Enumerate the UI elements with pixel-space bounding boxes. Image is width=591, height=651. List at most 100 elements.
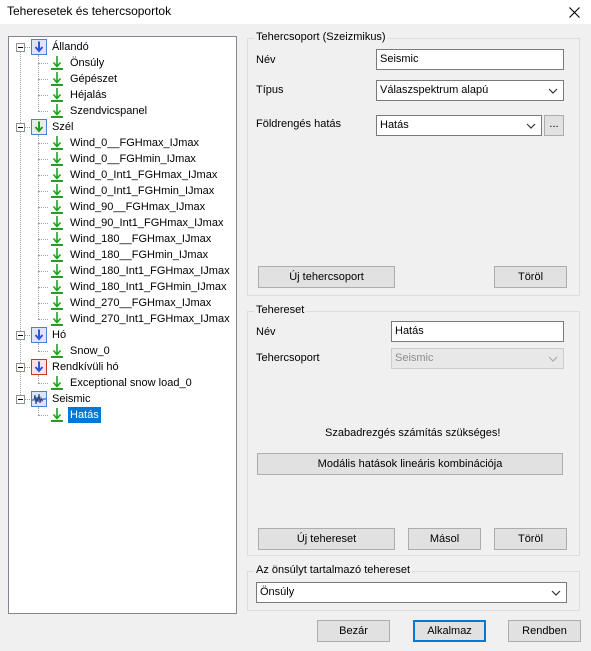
tree-connector-line <box>38 191 48 192</box>
copy-load-case-button[interactable]: Másol <box>408 528 481 550</box>
load-case-group-select: Seismic <box>391 348 564 369</box>
load-arrow-green-icon <box>49 311 65 327</box>
load-arrow-green-icon <box>49 375 65 391</box>
tree-collapse-toggle[interactable] <box>16 395 25 404</box>
seismic-group-icon <box>31 391 47 407</box>
tree-item-label: Szendvicspanel <box>70 105 148 117</box>
tree-collapse-toggle[interactable] <box>16 363 25 372</box>
tree-load-case-item[interactable]: Gépészet <box>9 71 236 87</box>
tree-load-case-item[interactable]: Wind_180_Int1_FGHmax_IJmax <box>9 263 236 279</box>
modal-analysis-required-text: Szabadrezgés számítás szükséges! <box>325 427 501 439</box>
tehercsoport-name-input[interactable]: Seismic <box>376 49 564 70</box>
apply-button[interactable]: Alkalmaz <box>413 620 486 642</box>
delete-load-group-button[interactable]: Töröl <box>494 266 567 288</box>
tree-connector-line <box>38 95 48 96</box>
load-arrow-green-icon <box>49 55 65 71</box>
close-button[interactable] <box>557 0 591 24</box>
earthquake-effect-select[interactable]: Hatás <box>376 115 542 136</box>
tree-item-label: Exceptional snow load_0 <box>70 377 192 389</box>
tree-item-label: Wind_180_Int1_FGHmin_IJmax <box>70 281 227 293</box>
tree-load-case-item[interactable]: Snow_0 <box>9 343 236 359</box>
tree-item-label: Héjalás <box>70 89 107 101</box>
load-arrow-green-icon <box>49 343 65 359</box>
new-load-group-button[interactable]: Új tehercsoport <box>258 266 395 288</box>
earthquake-effect-browse-button[interactable]: ... <box>544 115 564 136</box>
tree-connector-line <box>38 223 48 224</box>
load-arrow-green-icon <box>49 199 65 215</box>
load-arrow-green-icon <box>49 215 65 231</box>
tree-connector-line <box>38 143 48 144</box>
tree-load-case-item[interactable]: Wind_180__FGHmax_IJmax <box>9 231 236 247</box>
load-case-tree[interactable]: Állandó Önsúly Gépészet Héjalás Szendvicspan… <box>8 36 237 614</box>
load-arrow-green-icon <box>49 71 65 87</box>
tree-connector-line <box>38 303 48 304</box>
tree-collapse-toggle[interactable] <box>16 123 25 132</box>
tree-group-item[interactable]: Állandó <box>9 39 236 55</box>
tree-item-label: Wind_180__FGHmax_IJmax <box>70 233 212 245</box>
tree-collapse-toggle[interactable] <box>16 331 25 340</box>
load-case-name-input[interactable]: Hatás <box>391 321 564 342</box>
tree-item-label: Gépészet <box>70 73 118 85</box>
tehereset-group-title: Tehereset <box>254 304 307 316</box>
load-arrow-green-icon <box>49 231 65 247</box>
tree-connector-line <box>38 351 48 352</box>
load-arrow-green-icon <box>49 263 65 279</box>
delete-load-case-button[interactable]: Töröl <box>494 528 567 550</box>
load-group-down-red-icon <box>31 359 47 375</box>
tree-load-case-item[interactable]: Wind_270__FGHmax_IJmax <box>9 295 236 311</box>
tree-item-label: Wind_0_Int1_FGHmax_IJmax <box>70 169 218 181</box>
ok-button[interactable]: Rendben <box>508 620 581 642</box>
tree-load-case-item[interactable]: Wind_0__FGHmax_IJmax <box>9 135 236 151</box>
tree-load-case-item[interactable]: Wind_180_Int1_FGHmin_IJmax <box>9 279 236 295</box>
tree-item-label: Wind_0__FGHmin_IJmax <box>70 153 196 165</box>
tree-load-case-item[interactable]: Wind_270_Int1_FGHmax_IJmax <box>9 311 236 327</box>
tree-connector-line <box>38 79 48 80</box>
self-weight-group-title: Az önsúlyt tartalmazó tehereset <box>254 564 413 576</box>
tree-load-case-item[interactable]: Héjalás <box>9 87 236 103</box>
tree-load-case-item[interactable]: Szendvicspanel <box>9 103 236 119</box>
tree-group-item[interactable]: Rendkívüli hó <box>9 359 236 375</box>
tree-collapse-toggle[interactable] <box>16 43 25 52</box>
tree-item-label: Wind_270__FGHmax_IJmax <box>70 297 212 309</box>
tree-item-label: Önsúly <box>70 57 105 69</box>
tree-load-case-item[interactable]: Hatás <box>9 407 236 423</box>
tehercsoport-type-label: Típus <box>256 84 284 96</box>
tree-load-case-item[interactable]: Wind_90__FGHmax_IJmax <box>9 199 236 215</box>
tree-connector-line <box>38 63 48 64</box>
close-icon <box>568 6 580 18</box>
tree-item-label: Hó <box>52 329 67 341</box>
tree-load-case-item[interactable]: Wind_0_Int1_FGHmin_IJmax <box>9 183 236 199</box>
load-arrow-green-icon <box>49 279 65 295</box>
tree-item-label: Állandó <box>52 41 89 53</box>
tree-load-case-item[interactable]: Wind_0__FGHmin_IJmax <box>9 151 236 167</box>
tree-connector-line <box>38 175 48 176</box>
tree-load-case-item[interactable]: Wind_90_Int1_FGHmax_IJmax <box>9 215 236 231</box>
tree-load-case-item[interactable]: Exceptional snow load_0 <box>9 375 236 391</box>
self-weight-load-case-select[interactable]: Önsúly <box>256 582 567 603</box>
tree-connector-line <box>38 207 48 208</box>
tree-load-case-item[interactable]: Wind_0_Int1_FGHmax_IJmax <box>9 167 236 183</box>
tree-load-case-item[interactable]: Önsúly <box>9 55 236 71</box>
tehercsoport-type-select[interactable]: Válaszspektrum alapú <box>376 80 564 101</box>
earthquake-effect-value: Hatás <box>380 119 409 131</box>
close-dialog-button[interactable]: Bezár <box>317 620 390 642</box>
load-arrow-green-icon <box>49 135 65 151</box>
tree-load-case-item[interactable]: Wind_180__FGHmin_IJmax <box>9 247 236 263</box>
load-case-name-label: Név <box>256 326 276 338</box>
tree-group-item[interactable]: Hó <box>9 327 236 343</box>
new-load-case-button[interactable]: Új tehereset <box>258 528 395 550</box>
modal-combination-button[interactable]: Modális hatások lineáris kombinációja <box>257 453 563 475</box>
tree-group-item[interactable]: Seismic <box>9 391 236 407</box>
tree-connector-line <box>38 383 48 384</box>
tree-item-label: Szél <box>52 121 74 133</box>
load-arrow-green-icon <box>49 167 65 183</box>
chevron-down-icon <box>548 356 558 362</box>
tree-item-label: Snow_0 <box>70 345 110 357</box>
tree-item-label: Wind_0_Int1_FGHmin_IJmax <box>70 185 215 197</box>
chevron-down-icon <box>548 88 558 94</box>
tree-item-label: Wind_90__FGHmax_IJmax <box>70 201 206 213</box>
tree-item-label: Wind_270_Int1_FGHmax_IJmax <box>70 313 230 325</box>
title-bar: Teheresetek és tehercsoportok <box>0 0 591 24</box>
tree-item-label: Hatás <box>68 407 101 423</box>
tree-group-item[interactable]: Szél <box>9 119 236 135</box>
